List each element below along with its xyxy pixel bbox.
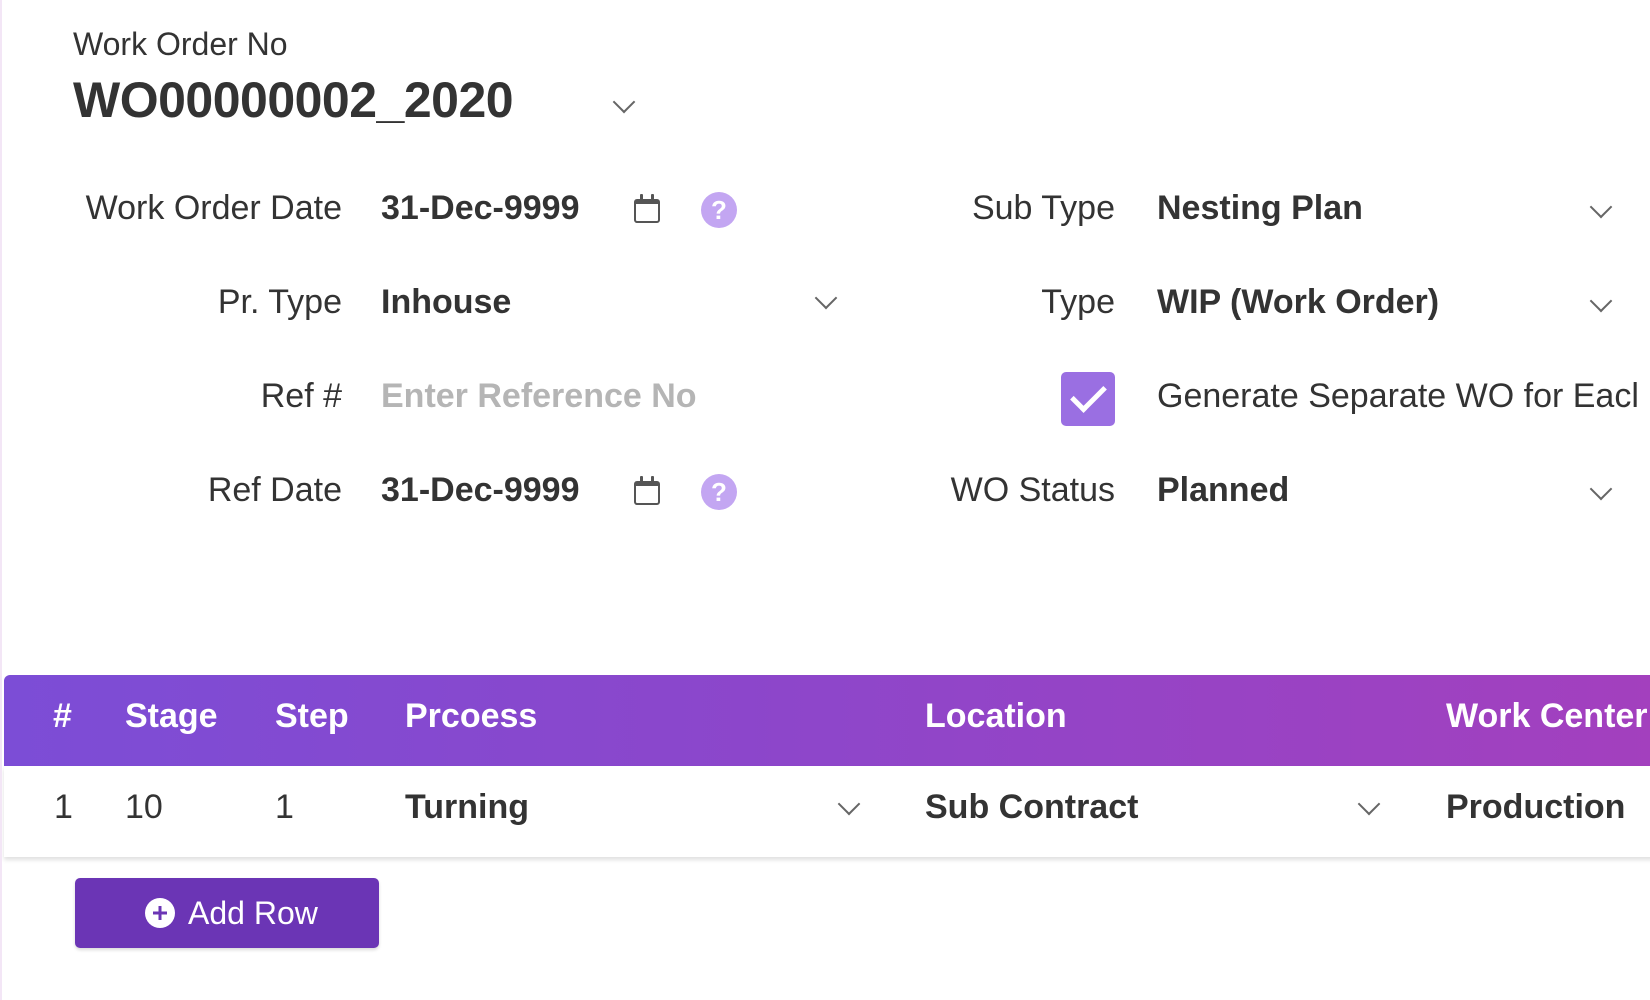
generate-separate-label: Generate Separate WO for Eacl [1157,377,1639,415]
sub-type-select[interactable]: Nesting Plan [1157,186,1363,230]
step-cell[interactable]: 1 [275,785,294,829]
ref-no-label: Ref # [260,377,342,415]
column-header-stage: Stage [125,697,218,735]
table-row [4,766,1650,857]
column-header-work-center: Work Center [1446,697,1648,735]
column-header-index: # [53,697,72,735]
work-center-select[interactable]: Production [1446,785,1625,829]
ref-date-label: Ref Date [207,471,342,509]
work-order-number[interactable]: WO00000002_2020 [73,68,514,132]
chevron-down-icon[interactable] [814,286,838,310]
column-header-step: Step [275,697,349,735]
sub-type-label: Sub Type [971,189,1115,227]
work-order-form: Work Order No WO00000002_2020 Work Order… [0,0,1650,1000]
ref-date-field[interactable]: 31-Dec-9999 [381,468,579,512]
stage-cell[interactable]: 10 [125,785,163,829]
work-order-date-label: Work Order Date [85,189,342,227]
wo-status-label: WO Status [950,471,1115,509]
help-icon[interactable]: ? [701,192,737,228]
plus-circle-icon [145,898,175,928]
help-icon[interactable]: ? [701,474,737,510]
location-select[interactable]: Sub Contract [925,785,1138,829]
chevron-down-icon[interactable] [1589,195,1613,219]
type-label: Type [1041,283,1115,321]
ref-no-input[interactable]: Enter Reference No [381,374,697,418]
add-row-label: Add Row [188,895,318,931]
calendar-icon[interactable] [634,476,660,505]
generate-separate-checkbox[interactable] [1061,372,1115,426]
work-order-no-label: Work Order No [73,26,288,62]
add-row-button[interactable]: Add Row [75,878,379,948]
pr-type-label: Pr. Type [217,283,342,321]
column-header-process: Prcoess [405,697,538,735]
type-select[interactable]: WIP (Work Order) [1157,280,1439,324]
process-select[interactable]: Turning [405,785,529,829]
chevron-down-icon[interactable] [612,90,636,114]
chevron-down-icon[interactable] [1589,477,1613,501]
column-header-location: Location [925,697,1067,735]
chevron-down-icon[interactable] [1589,289,1613,313]
calendar-icon[interactable] [634,194,660,223]
wo-status-select[interactable]: Planned [1157,468,1289,512]
row-index-cell: 1 [54,788,73,826]
pr-type-select[interactable]: Inhouse [381,280,511,324]
grid-header [4,675,1650,766]
work-order-date-field[interactable]: 31-Dec-9999 [381,186,579,230]
